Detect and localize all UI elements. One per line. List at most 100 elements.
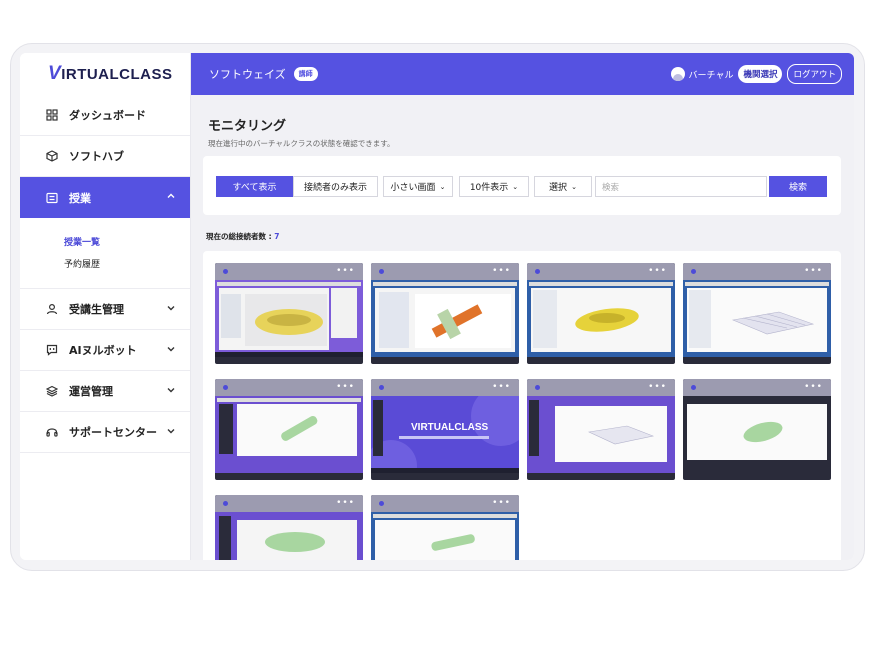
status-dot: [535, 385, 540, 390]
sidebar-item-operations[interactable]: 運営管理: [20, 371, 190, 412]
sidebar-item-label: 受講生管理: [69, 303, 124, 316]
grid-icon: [45, 108, 59, 122]
more-menu-icon[interactable]: •••: [336, 498, 355, 508]
chevron-down-icon: ⌄: [439, 182, 446, 191]
sidebar-item-label: 授業: [69, 191, 91, 205]
status-dot: [223, 501, 228, 506]
session-tile[interactable]: ••• VIRTUALCLASS: [371, 379, 519, 480]
screen-thumbnail: [215, 512, 363, 560]
main-content: ソフトウェイズ 講師 バーチャル 機関選択 ログアウト モニタリング 現在進行中…: [191, 53, 854, 560]
more-menu-icon[interactable]: •••: [648, 266, 667, 276]
more-menu-icon[interactable]: •••: [804, 266, 823, 276]
screen-thumbnail: [215, 280, 363, 357]
person-icon: [45, 302, 59, 316]
chat-icon: [45, 343, 59, 357]
sidebar-item-support[interactable]: サポートセンター: [20, 412, 190, 453]
category-value: 選択: [549, 183, 568, 193]
chevron-down-icon[interactable]: [166, 303, 176, 316]
search-input[interactable]: 検索: [595, 176, 767, 197]
logout-button[interactable]: ログアウト: [787, 64, 842, 84]
monitor-grid: ••• ••• ••• ••• ••• ••• VIRTUALCLASS •••…: [203, 251, 841, 560]
per-page-value: 10件表示: [469, 183, 509, 193]
more-menu-icon[interactable]: •••: [336, 382, 355, 392]
screen-thumbnail: [527, 396, 675, 473]
headset-icon: [45, 425, 59, 439]
sidebar-item-label: サポートセンター: [69, 426, 157, 439]
session-tile[interactable]: •••: [215, 495, 363, 560]
sidebar-item-label: 運営管理: [69, 385, 113, 398]
more-menu-icon[interactable]: •••: [492, 498, 511, 508]
category-select[interactable]: 選択 ⌄: [534, 176, 592, 197]
more-menu-icon[interactable]: •••: [492, 266, 511, 276]
search-button[interactable]: 検索: [769, 176, 827, 197]
screen-thumbnail: [527, 280, 675, 357]
status-dot: [691, 269, 696, 274]
logo-v-mark: V: [48, 63, 62, 84]
avatar[interactable]: [670, 67, 685, 81]
status-dot: [535, 269, 540, 274]
more-menu-icon[interactable]: •••: [492, 382, 511, 392]
chevron-down-icon: ⌄: [512, 182, 519, 191]
more-menu-icon[interactable]: •••: [648, 382, 667, 392]
sidebar-item-softhub[interactable]: ソフトハブ: [20, 136, 190, 177]
session-tile[interactable]: •••: [371, 495, 519, 560]
top-bar: ソフトウェイズ 講師 バーチャル 機関選択 ログアウト: [191, 53, 854, 95]
chevron-down-icon[interactable]: [166, 385, 176, 398]
sidebar: V IRTUALCLASS ダッシュボード ソフトハブ 授業 授業一覧 予約履歴…: [20, 53, 191, 560]
org-select-button[interactable]: 機関選択: [738, 65, 783, 83]
session-tile[interactable]: •••: [215, 379, 363, 480]
status-dot: [379, 501, 384, 506]
logo-text: IRTUALCLASS: [61, 65, 173, 83]
session-tile[interactable]: •••: [371, 263, 519, 364]
session-tile[interactable]: •••: [683, 379, 831, 480]
connected-only-button[interactable]: 接続者のみ表示: [293, 176, 378, 197]
sidebar-item-dashboard[interactable]: ダッシュボード: [20, 95, 190, 136]
status-dot: [691, 385, 696, 390]
screen-thumbnail: VIRTUALCLASS: [371, 396, 519, 473]
logo[interactable]: V IRTUALCLASS: [20, 53, 190, 95]
sidebar-item-label: ダッシュボード: [69, 109, 146, 122]
sidebar-item-label: AIヌルボット: [69, 344, 137, 357]
page-subtitle: 現在進行中のバーチャルクラスの状態を確認できます。: [208, 139, 395, 148]
connected-count: 現在の総接続者数 : 7: [206, 231, 279, 242]
status-dot: [223, 385, 228, 390]
screen-size-select[interactable]: 小さい画面 ⌄: [383, 176, 453, 197]
chevron-down-icon[interactable]: [166, 344, 176, 357]
screen-thumbnail: [683, 396, 831, 473]
chevron-up-icon[interactable]: [166, 191, 176, 204]
app-screen: V IRTUALCLASS ダッシュボード ソフトハブ 授業 授業一覧 予約履歴…: [20, 53, 854, 560]
filter-bar: すべて表示 接続者のみ表示 小さい画面 ⌄ 10件表示 ⌄ 選択 ⌄ 検索 検索: [203, 156, 841, 215]
sidebar-item-ai-bot[interactable]: AIヌルボット: [20, 330, 190, 371]
page-title: モニタリング: [208, 119, 287, 134]
more-menu-icon[interactable]: •••: [804, 382, 823, 392]
user-area: バーチャル 機関選択 ログアウト: [670, 64, 842, 84]
status-dot: [223, 269, 228, 274]
connected-count-label: 現在の総接続者数 :: [206, 232, 272, 241]
layers-icon: [45, 384, 59, 398]
session-tile[interactable]: •••: [527, 263, 675, 364]
session-tile[interactable]: •••: [683, 263, 831, 364]
screen-thumbnail: [683, 280, 831, 357]
role-badge: 講師: [293, 67, 318, 81]
show-all-button[interactable]: すべて表示: [216, 176, 293, 197]
status-dot: [379, 269, 384, 274]
classes-submenu: 授業一覧 予約履歴: [20, 218, 190, 289]
submenu-item-reservation-history[interactable]: 予約履歴: [64, 254, 190, 276]
submenu-item-class-list[interactable]: 授業一覧: [64, 232, 190, 254]
chevron-down-icon[interactable]: [166, 426, 176, 439]
screen-thumbnail: [371, 280, 519, 357]
session-tile[interactable]: •••: [215, 263, 363, 364]
cube-icon: [45, 149, 59, 163]
sidebar-item-label: ソフトハブ: [69, 150, 124, 163]
virtualclass-logo-text: VIRTUALCLASS: [411, 422, 489, 433]
sidebar-item-students[interactable]: 受講生管理: [20, 289, 190, 330]
per-page-select[interactable]: 10件表示 ⌄: [459, 176, 529, 197]
session-tile[interactable]: •••: [527, 379, 675, 480]
sidebar-item-classes[interactable]: 授業: [20, 177, 190, 218]
more-menu-icon[interactable]: •••: [336, 266, 355, 276]
list-icon: [45, 191, 59, 205]
org-title: ソフトウェイズ: [209, 68, 286, 81]
status-dot: [379, 385, 384, 390]
screen-thumbnail: [215, 396, 363, 473]
screen-thumbnail: [371, 512, 519, 560]
